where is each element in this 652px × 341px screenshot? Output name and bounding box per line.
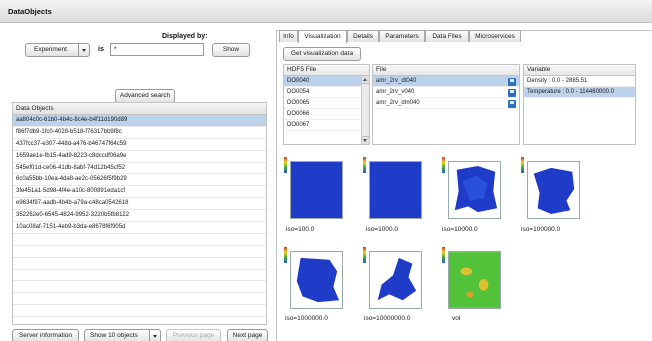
tab-data-files[interactable]: Data Files [425, 30, 469, 42]
plot-frame [527, 161, 580, 219]
thumbnail-caption: vol [452, 315, 461, 322]
tab-microservices[interactable]: Microservices [469, 30, 521, 42]
data-objects-header: Data Objects [13, 103, 266, 115]
show-objects-select[interactable]: Show 10 objects [84, 329, 161, 341]
hdf5-file-list: HDF5 File DO0040 DO0054 DO0065 DO0066 DO… [283, 64, 370, 145]
iso-thumbnail[interactable] [362, 243, 424, 313]
scroll-down-icon[interactable] [362, 136, 369, 144]
empty-row [13, 305, 266, 318]
file-list: File amr_2rv_dt040 amr_2rv_v040 amr_2rv_… [372, 64, 520, 145]
save-icon[interactable] [508, 78, 516, 86]
plot-frame [369, 251, 422, 309]
table-row[interactable]: 10ac08af-7151-4eb9-b3da-e8678f6f905d [13, 222, 266, 234]
chevron-down-icon [78, 44, 89, 56]
query-input[interactable]: * [110, 43, 204, 56]
show-objects-value: Show 10 objects [90, 332, 138, 339]
advanced-search-button[interactable]: Advanced search [115, 89, 175, 103]
chevron-down-icon [149, 330, 160, 341]
colorbar [284, 247, 287, 263]
list-item[interactable]: amr_2rv_v040 [373, 87, 519, 98]
colorbar [363, 157, 366, 173]
plot-frame [290, 161, 343, 219]
type-select[interactable]: Experiment [25, 43, 90, 57]
next-page-button[interactable]: Next page [227, 329, 268, 341]
previous-page-button[interactable]: Previous page [166, 329, 221, 341]
colorbar [363, 247, 366, 263]
list-item[interactable]: DO0065 [284, 98, 369, 109]
hdf5-file-header: HDF5 File [284, 65, 369, 76]
iso-thumbnail[interactable] [283, 153, 345, 223]
table-row[interactable]: 3fe451a1-5d98-4f4e-a10c-800891eda1cf [13, 186, 266, 199]
thumbnail-caption: iso=10000000.0 [364, 315, 411, 322]
colorbar [521, 157, 524, 173]
colorbar [442, 247, 445, 263]
tab-details[interactable]: Details [347, 30, 379, 42]
list-item[interactable]: DO0067 [284, 120, 369, 131]
tab-info[interactable]: Info [279, 30, 298, 42]
colorbar [442, 157, 445, 173]
file-name: amr_2rv_v040 [376, 89, 415, 95]
is-label: is [98, 46, 104, 53]
tab-parameters[interactable]: Parameters [379, 30, 425, 42]
list-item[interactable]: amr_2rv_dt040 [373, 76, 519, 87]
thumbnail-caption: iso=100.0 [286, 226, 315, 233]
show-button[interactable]: Show [212, 43, 250, 57]
tab-visualization[interactable]: Visualization [298, 30, 347, 43]
plot-frame [448, 161, 501, 219]
thumbnail-caption: iso=1000.0 [366, 226, 398, 233]
iso-thumbnail[interactable] [283, 243, 345, 313]
get-visualization-data-button[interactable]: Get visualization data [283, 47, 361, 61]
scroll-up-icon[interactable] [362, 76, 369, 84]
list-item[interactable]: amr_2rv_dm040 [373, 98, 519, 109]
file-name: amr_2rv_dt040 [376, 78, 417, 84]
plot-frame [448, 251, 501, 309]
table-row[interactable]: 545ef01d-ce06-41db-8abf-74d12b45cf52 [13, 163, 266, 175]
variable-header: Variable [524, 65, 635, 76]
table-row[interactable]: 6c0a55bb-10ea-4da8-ae2c-05626f5f9b29 [13, 174, 266, 187]
empty-row [13, 293, 266, 306]
empty-row [13, 258, 266, 270]
displayed-by-label: Displayed by: [162, 33, 208, 40]
thumbnail-caption: iso=1000000.0 [285, 315, 328, 322]
hdf5-scrollbar[interactable] [361, 76, 369, 144]
window-title: DataObjects [8, 7, 52, 16]
table-row[interactable]: 352262e0-6545-4824-9952-3220b5fb8122 [13, 210, 266, 223]
table-row[interactable]: aa804c0c-61b0-4b4c-8c4e-b4f11d190d89 [13, 115, 266, 127]
list-item[interactable]: Temperature : 0.0 - 114460000.0 [524, 87, 635, 98]
table-row[interactable]: 1659ae1e-fb15-4ad9-8223-c8dccdf06a9e [13, 151, 266, 163]
vol-thumbnail[interactable] [441, 243, 503, 313]
empty-row [13, 281, 266, 294]
list-item[interactable]: DO0054 [284, 87, 369, 98]
plot-frame [290, 251, 343, 309]
save-icon[interactable] [508, 89, 516, 97]
window-titlebar: DataObjects [0, 0, 652, 23]
data-objects-table: Data Objects aa804c0c-61b0-4b4c-8c4e-b4f… [12, 102, 267, 325]
save-icon[interactable] [508, 100, 516, 108]
table-row[interactable]: f86f7db9-1fc0-4028-b518-f76317bb9f8c [13, 127, 266, 139]
colorbar [284, 157, 287, 173]
list-item[interactable]: DO0066 [284, 109, 369, 120]
table-row[interactable]: 437fcc37-e307-448d-a476-b46747f64c59 [13, 139, 266, 151]
iso-thumbnail[interactable] [520, 153, 582, 223]
iso-thumbnail[interactable] [441, 153, 503, 223]
variable-list: Variable Density : 0.0 - 2885.51 Tempera… [523, 64, 636, 145]
server-information-button[interactable]: Server information [12, 329, 79, 341]
iso-thumbnail[interactable] [362, 153, 424, 223]
empty-row [13, 246, 266, 258]
empty-row [13, 270, 266, 282]
thumbnail-caption: iso=100000.0 [521, 226, 561, 233]
plot-frame [369, 161, 422, 219]
list-item[interactable]: Density : 0.0 - 2885.51 [524, 76, 635, 87]
empty-row [13, 234, 266, 246]
type-select-value: Experiment [34, 46, 67, 53]
list-item[interactable]: DO0040 [284, 76, 369, 87]
file-header: File [373, 65, 519, 76]
table-row[interactable]: e9634f97-aadb-4b4b-a79a-c48ca0542618 [13, 198, 266, 211]
file-name: amr_2rv_dm040 [376, 100, 420, 106]
thumbnail-caption: iso=10000.0 [442, 226, 478, 233]
